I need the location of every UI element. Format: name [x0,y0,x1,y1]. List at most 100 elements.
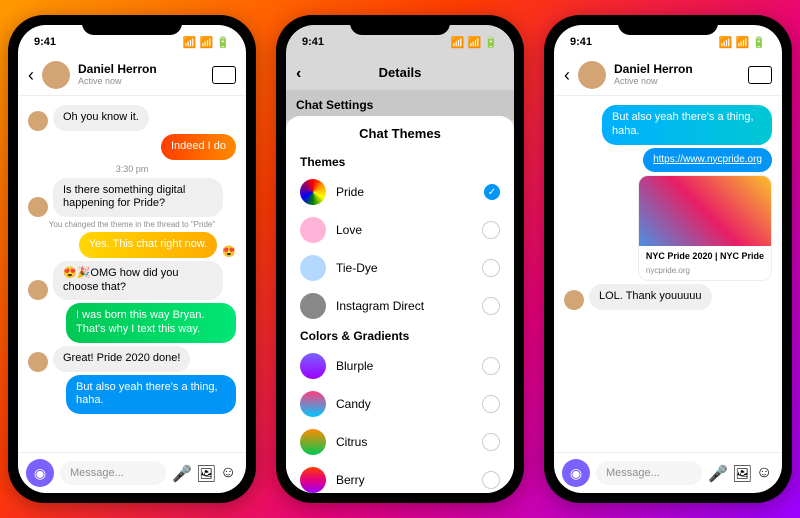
avatar [28,197,48,217]
theme-row-love[interactable]: Love [286,211,514,249]
status-icons: 📶 📶 🔋 [451,36,498,49]
avatar[interactable] [42,61,70,89]
composer: ◉ Message... 🎤 🖼 ☺ [554,452,782,493]
swatch-icon [300,391,326,417]
avatar[interactable] [578,61,606,89]
swatch-icon [300,429,326,455]
phone-chat-1: 9:41 📶 📶 🔋 ‹ Daniel Herron Active now Oh… [8,15,256,503]
avatar [28,111,48,131]
timestamp: 3:30 pm [28,164,236,174]
radio-icon [482,395,500,413]
phone-chat-2: 9:41 📶 📶 🔋 ‹ Daniel Herron Active now Bu… [544,15,792,503]
details-title: Details [379,65,422,80]
contact-status: Active now [78,77,204,87]
message-in: Great! Pride 2020 done! [53,346,190,372]
status-time: 9:41 [302,36,324,48]
message-in: 😍🎉OMG how did you choose that? [53,261,223,301]
contact-name: Daniel Herron [78,63,204,76]
message-link[interactable]: https://www.nycpride.org [643,148,772,173]
swatch-icon [300,467,326,493]
color-label: Candy [336,397,371,411]
theme-label: Instagram Direct [336,299,424,313]
status-time: 9:41 [570,36,592,48]
message-in: Is there something digital happening for… [53,178,223,218]
contact-status: Active now [614,77,740,87]
radio-icon [482,221,500,239]
notch [618,15,718,35]
link-preview-domain: nycpride.org [639,266,771,280]
sticker-icon[interactable]: ☺ [220,464,238,482]
details-header: ‹ Details [286,55,514,90]
radio-icon [482,357,500,375]
link-preview-title: NYC Pride 2020 | NYC Pride [639,246,771,266]
camera-icon[interactable]: ◉ [562,459,590,487]
status-time: 9:41 [34,36,56,48]
notch [350,15,450,35]
gallery-icon[interactable]: 🖼 [196,464,214,482]
avatar [28,280,48,300]
mic-icon[interactable]: 🎤 [708,464,726,482]
igdirect-icon [300,293,326,319]
mic-icon[interactable]: 🎤 [172,464,190,482]
link-preview-image [639,176,771,246]
avatar [28,352,48,372]
color-label: Berry [336,473,365,487]
themes-sheet: Chat Themes Themes Pride ✓ Love Tie-Dye I… [286,116,514,493]
theme-label: Love [336,223,362,237]
avatar [564,290,584,310]
video-call-icon[interactable] [748,66,772,84]
contact-name: Daniel Herron [614,63,740,76]
color-label: Citrus [336,435,367,449]
message-out: Yes. This chat right now. [79,232,218,258]
system-message: You changed the theme in the thread to "… [28,220,236,229]
pride-icon [300,179,326,205]
radio-icon [482,297,500,315]
sheet-title: Chat Themes [286,116,514,151]
check-icon: ✓ [484,184,500,200]
theme-label: Pride [336,185,364,199]
radio-icon [482,433,500,451]
message-out: But also yeah there's a thing, haha. [66,375,236,415]
back-icon[interactable]: ‹ [564,65,570,86]
video-call-icon[interactable] [212,66,236,84]
sticker-icon[interactable]: ☺ [756,464,774,482]
message-out: But also yeah there's a thing, haha. [602,105,772,145]
color-row-citrus[interactable]: Citrus [286,423,514,461]
colors-label: Colors & Gradients [286,325,514,347]
love-icon [300,217,326,243]
status-icons: 📶 📶 🔋 [183,36,230,49]
camera-icon[interactable]: ◉ [26,459,54,487]
chat-thread[interactable]: But also yeah there's a thing, haha. htt… [554,96,782,452]
gallery-icon[interactable]: 🖼 [732,464,750,482]
chat-header: ‹ Daniel Herron Active now [18,55,246,96]
tiedye-icon [300,255,326,281]
chat-thread[interactable]: Oh you know it. Indeed I do 3:30 pm Is t… [18,96,246,452]
notch [82,15,182,35]
theme-row-igdirect[interactable]: Instagram Direct [286,287,514,325]
message-input[interactable]: Message... [60,461,166,485]
radio-icon [482,259,500,277]
color-row-candy[interactable]: Candy [286,385,514,423]
themes-label: Themes [286,151,514,173]
back-icon[interactable]: ‹ [28,65,34,86]
theme-row-tiedye[interactable]: Tie-Dye [286,249,514,287]
theme-row-pride[interactable]: Pride ✓ [286,173,514,211]
message-input[interactable]: Message... [596,461,702,485]
phone-details: 9:41 📶 📶 🔋 ‹ Details Chat Settings Chat … [276,15,524,503]
radio-icon [482,471,500,489]
message-in: Oh you know it. [53,105,149,131]
message-in: LOL. Thank youuuuu [589,284,712,310]
message-out: I was born this way Bryan. That's why I … [66,303,236,343]
status-icons: 📶 📶 🔋 [719,36,766,49]
composer: ◉ Message... 🎤 🖼 ☺ [18,452,246,493]
chat-header: ‹ Daniel Herron Active now [554,55,782,96]
message-out: Indeed I do [161,134,236,160]
back-icon[interactable]: ‹ [296,65,301,83]
reaction-icon[interactable]: 😍 [222,245,236,258]
link-preview-card[interactable]: NYC Pride 2020 | NYC Pride nycpride.org [638,175,772,281]
color-label: Blurple [336,359,373,373]
theme-label: Tie-Dye [336,261,378,275]
color-row-blurple[interactable]: Blurple [286,347,514,385]
swatch-icon [300,353,326,379]
color-row-berry[interactable]: Berry [286,461,514,493]
